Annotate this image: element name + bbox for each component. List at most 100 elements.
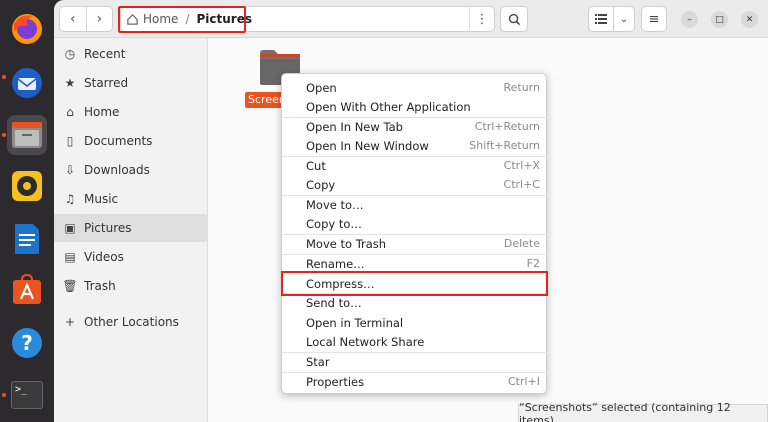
dock-help[interactable]: ? xyxy=(7,323,47,363)
writer-icon xyxy=(15,224,39,254)
menu-item-properties[interactable]: Properties Ctrl+I xyxy=(282,372,548,392)
menu-item-open-with[interactable]: Open With Other Application xyxy=(282,97,548,117)
sidebar-item-starred[interactable]: ★ Starred xyxy=(54,69,208,97)
help-icon: ? xyxy=(12,328,42,358)
path-highlight-box xyxy=(118,6,246,33)
dock-rhythmbox[interactable] xyxy=(7,166,47,206)
nav-buttons: ‹ › xyxy=(59,6,113,32)
dock-firefox[interactable] xyxy=(7,9,47,49)
terminal-glyph: >_ xyxy=(15,384,28,395)
maximize-icon: □ xyxy=(715,14,724,25)
compress-highlight-box xyxy=(281,271,548,296)
sidebar-item-pictures[interactable]: ▣ Pictures xyxy=(54,214,208,242)
sidebar-item-videos[interactable]: ▤ Videos xyxy=(54,243,208,271)
sidebar-item-label: Recent xyxy=(84,47,126,61)
dock-terminal[interactable]: >_ xyxy=(7,375,47,415)
menu-item-open-terminal[interactable]: Open in Terminal xyxy=(282,313,548,333)
menu-item-label: Copy to… xyxy=(306,216,362,231)
sidebar-item-other-locations[interactable]: + Other Locations xyxy=(54,308,208,336)
dock-thunderbird[interactable] xyxy=(7,63,47,103)
back-button[interactable]: ‹ xyxy=(60,7,86,31)
path-menu-button[interactable]: ⋮ xyxy=(469,6,495,32)
close-icon: ✕ xyxy=(745,14,754,25)
menu-item-accel: Ctrl+Return xyxy=(474,120,540,134)
menu-item-accel: Ctrl+I xyxy=(507,375,540,389)
sidebar-item-label: Pictures xyxy=(84,221,132,235)
menu-item-accel: Delete xyxy=(503,237,540,251)
menu-item-label: Open xyxy=(306,80,337,95)
menu-item-copy-to[interactable]: Copy to… xyxy=(282,214,548,234)
minimize-button[interactable]: – xyxy=(681,11,698,28)
sidebar-item-label: Music xyxy=(84,192,119,206)
star-icon: ★ xyxy=(64,76,76,90)
sidebar-item-label: Downloads xyxy=(84,163,150,177)
menu-item-move-to[interactable]: Move to… xyxy=(282,195,548,215)
minimize-icon: – xyxy=(687,14,692,25)
sidebar-item-trash[interactable]: 🗑 Trash xyxy=(54,272,208,300)
dock-writer[interactable] xyxy=(7,219,47,259)
forward-button[interactable]: › xyxy=(85,7,113,31)
sidebar-item-home[interactable]: ⌂ Home xyxy=(54,98,208,126)
menu-item-accel: Ctrl+C xyxy=(503,178,540,192)
dock-app-center[interactable] xyxy=(7,270,47,310)
dock-files[interactable] xyxy=(7,115,47,155)
sidebar-item-recent[interactable]: ◷ Recent xyxy=(54,40,208,68)
main-menu-button[interactable]: ≡ xyxy=(641,6,667,32)
more-vertical-icon: ⋮ xyxy=(475,11,489,27)
menu-item-label: Open In New Tab xyxy=(306,119,403,134)
sidebar: ◷ Recent ★ Starred ⌂ Home ▯ Documents ⇩ … xyxy=(54,38,208,422)
sidebar-item-music[interactable]: ♫ Music xyxy=(54,185,208,213)
menu-item-label: Open in Terminal xyxy=(306,315,404,330)
menu-item-label: Properties xyxy=(306,374,365,389)
context-menu: Open Return Open With Other Application O… xyxy=(281,73,548,394)
menu-item-star[interactable]: Star xyxy=(282,352,548,372)
menu-item-label: Open With Other Application xyxy=(306,99,471,114)
download-icon: ⇩ xyxy=(64,163,76,177)
menu-item-label: Rename… xyxy=(306,256,365,271)
view-list-button[interactable] xyxy=(588,6,614,32)
menu-item-open-new-window[interactable]: Open In New Window Shift+Return xyxy=(282,136,548,156)
menu-item-label: Cut xyxy=(306,158,326,173)
terminal-icon: >_ xyxy=(11,381,43,409)
search-button[interactable] xyxy=(500,6,528,32)
trash-icon: 🗑 xyxy=(62,279,78,293)
home-icon: ⌂ xyxy=(66,105,74,119)
sidebar-item-label: Other Locations xyxy=(84,315,179,329)
sidebar-item-label: Documents xyxy=(84,134,153,148)
clock-icon: ◷ xyxy=(64,47,76,61)
sidebar-item-downloads[interactable]: ⇩ Downloads xyxy=(54,156,208,184)
files-icon xyxy=(12,122,42,148)
menu-item-accel: Return xyxy=(503,81,540,95)
chevron-down-icon: ⌄ xyxy=(619,13,629,25)
plus-icon: + xyxy=(64,315,76,329)
list-view-icon xyxy=(595,14,607,24)
close-button[interactable]: ✕ xyxy=(741,11,758,28)
sidebar-item-label: Trash xyxy=(84,279,116,293)
hamburger-icon: ≡ xyxy=(648,11,660,27)
chevron-right-icon: › xyxy=(96,11,103,27)
svg-text:?: ? xyxy=(21,331,33,355)
menu-item-network-share[interactable]: Local Network Share xyxy=(282,332,548,352)
view-options-button[interactable]: ⌄ xyxy=(613,6,635,32)
menu-item-cut[interactable]: Cut Ctrl+X xyxy=(282,156,548,176)
menu-item-open-new-tab[interactable]: Open In New Tab Ctrl+Return xyxy=(282,117,548,137)
dock: ? >_ xyxy=(0,0,54,422)
menu-item-move-to-trash[interactable]: Move to Trash Delete xyxy=(282,234,548,254)
sidebar-item-label: Home xyxy=(84,105,120,119)
search-icon xyxy=(508,13,520,25)
header-bar: ‹ › Home / Pictures ⋮ ⌄ ≡ – □ ✕ xyxy=(54,0,768,38)
menu-item-accel: F2 xyxy=(526,257,540,271)
menu-item-accel: Shift+Return xyxy=(469,139,540,153)
document-icon: ▯ xyxy=(66,134,74,148)
menu-item-open[interactable]: Open Return xyxy=(282,78,548,98)
menu-item-label: Move to Trash xyxy=(306,236,387,251)
video-icon: ▤ xyxy=(64,250,76,264)
menu-item-accel: Ctrl+X xyxy=(503,159,540,173)
sidebar-item-documents[interactable]: ▯ Documents xyxy=(54,127,208,155)
rhythmbox-icon xyxy=(12,171,42,201)
picture-icon: ▣ xyxy=(64,221,76,235)
menu-item-copy[interactable]: Copy Ctrl+C xyxy=(282,175,548,195)
maximize-button[interactable]: □ xyxy=(711,11,728,28)
music-icon: ♫ xyxy=(64,192,76,206)
menu-item-label: Star xyxy=(306,354,330,369)
